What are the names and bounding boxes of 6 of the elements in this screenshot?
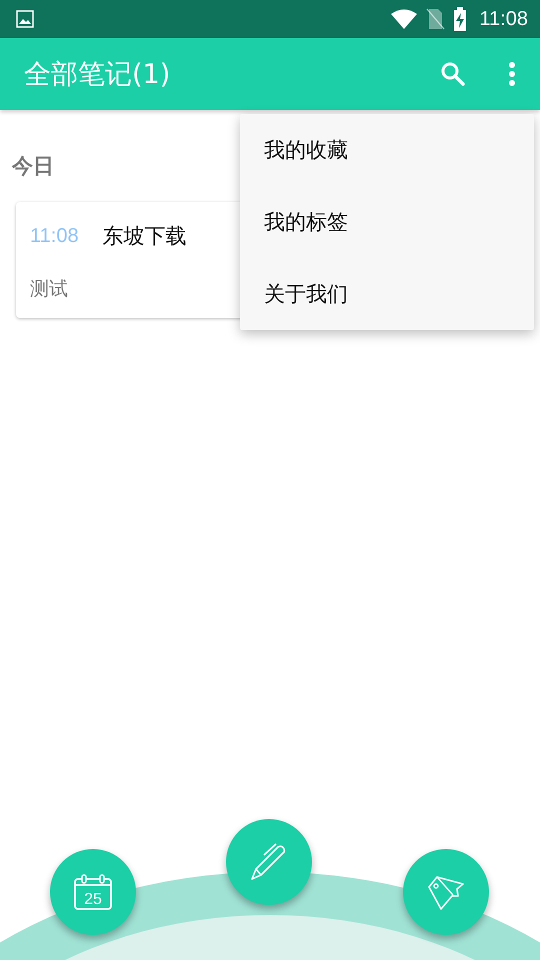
- clock-text: 11:08: [479, 8, 528, 30]
- note-body: 测试: [30, 277, 68, 302]
- page-title: 全部笔记(1): [24, 58, 172, 92]
- section-heading: 今日: [12, 153, 55, 180]
- note-time: 11:08: [30, 224, 79, 248]
- note-title: 东坡下载: [102, 223, 187, 250]
